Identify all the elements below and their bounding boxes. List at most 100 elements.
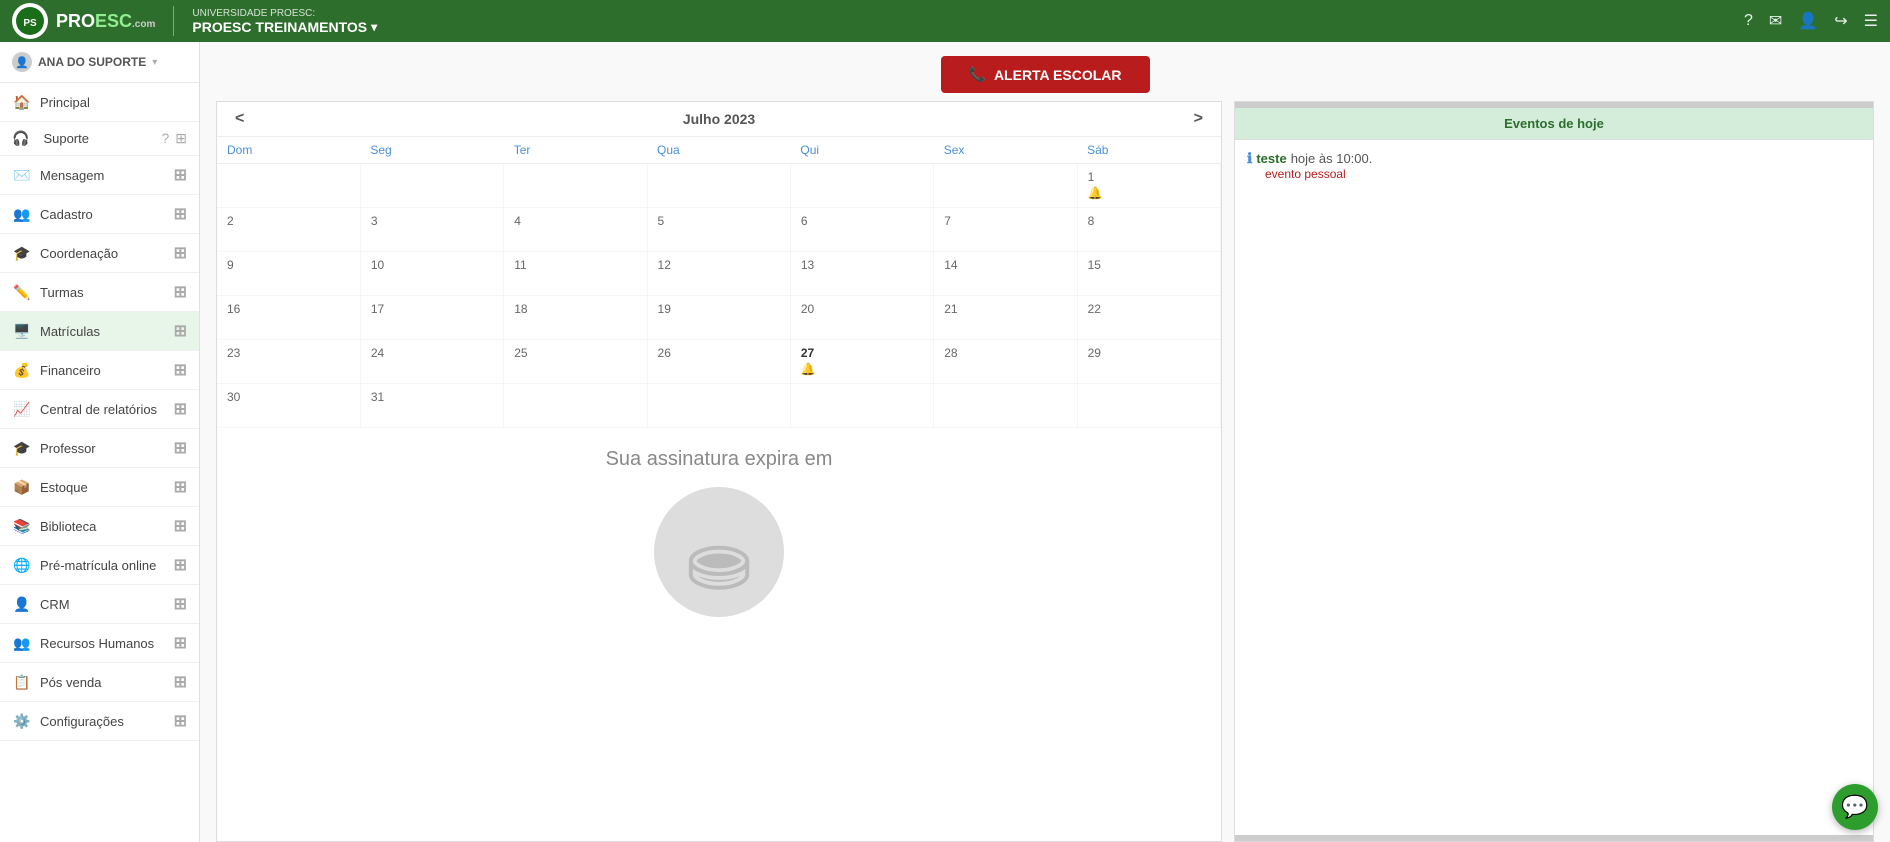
relatorios-icon: 📈: [12, 399, 32, 419]
matriculas-icon: 🖥️: [12, 321, 32, 341]
biblioteca-icon: 📚: [12, 516, 32, 536]
cal-cell: 24: [360, 340, 503, 384]
pos-venda-icon: 📋: [12, 672, 32, 692]
turmas-icon: ✏️: [12, 282, 32, 302]
mail-icon[interactable]: ✉: [1769, 11, 1782, 31]
sidebar-item-label: Mensagem: [40, 168, 174, 183]
cal-cell: 4: [504, 208, 647, 252]
sidebar-item-relatorios[interactable]: 📈 Central de relatórios ⊞: [0, 390, 199, 429]
events-content: ℹ teste hoje às 10:00. evento pessoal: [1235, 140, 1873, 835]
cal-cell: 26: [647, 340, 790, 384]
add-rh-icon[interactable]: ⊞: [174, 633, 187, 653]
add-estoque-icon[interactable]: ⊞: [174, 477, 187, 497]
top-header: PS PROESC.com UNIVERSIDADE PROESC: PROES…: [0, 0, 1890, 42]
add-suporte-icon[interactable]: ⊞: [175, 130, 187, 147]
cal-cell: 3: [360, 208, 503, 252]
sidebar-item-principal[interactable]: 🏠 Principal: [0, 83, 199, 122]
calendar-next-button[interactable]: >: [1186, 108, 1211, 130]
add-professor-icon[interactable]: ⊞: [174, 438, 187, 458]
logo-icon: PS: [12, 3, 48, 39]
add-coordenacao-icon[interactable]: ⊞: [174, 243, 187, 263]
sidebar-item-mensagem[interactable]: ✉️ Mensagem ⊞: [0, 156, 199, 195]
add-pos-venda-icon[interactable]: ⊞: [174, 672, 187, 692]
cal-cell: 23: [217, 340, 360, 384]
calendar-table: Dom Seg Ter Qua Qui Sex Sáb: [217, 137, 1221, 428]
table-row: 30 31: [217, 384, 1221, 428]
sidebar-item-crm[interactable]: 👤 CRM ⊞: [0, 585, 199, 624]
add-pre-matricula-icon[interactable]: ⊞: [174, 555, 187, 575]
info-icon: ℹ: [1247, 150, 1252, 167]
alerta-escolar-button[interactable]: 📞 ALERTA ESCOLAR: [941, 56, 1150, 93]
header-subtitle: UNIVERSIDADE PROESC:: [192, 8, 377, 19]
header-right: ? ✉ 👤 ↪ ☰: [1744, 11, 1878, 31]
coordenacao-icon: 🎓: [12, 243, 32, 263]
sidebar-item-label: Suporte: [43, 131, 155, 146]
sidebar-item-label: Matrículas: [40, 324, 174, 339]
event-type: evento pessoal: [1265, 167, 1861, 181]
cal-cell: 13: [790, 252, 933, 296]
user-icon[interactable]: 👤: [1798, 11, 1818, 31]
logout-icon[interactable]: ↪: [1834, 11, 1847, 31]
sidebar-item-pre-matricula[interactable]: 🌐 Pré-matrícula online ⊞: [0, 546, 199, 585]
add-turmas-icon[interactable]: ⊞: [174, 282, 187, 302]
sidebar-item-label: Principal: [40, 95, 187, 110]
sidebar-item-turmas[interactable]: ✏️ Turmas ⊞: [0, 273, 199, 312]
add-matriculas-icon[interactable]: ⊞: [174, 321, 187, 341]
cal-cell: 6: [790, 208, 933, 252]
sidebar-item-biblioteca[interactable]: 📚 Biblioteca ⊞: [0, 507, 199, 546]
cal-day-qua: Qua: [647, 137, 790, 164]
sidebar-item-pos-venda[interactable]: 📋 Pós venda ⊞: [0, 663, 199, 702]
cal-cell: 5: [647, 208, 790, 252]
cadastro-icon: 👥: [12, 204, 32, 224]
calendar-prev-button[interactable]: <: [227, 108, 252, 130]
calendar-month-title: Julho 2023: [683, 111, 755, 127]
header-main-title: PROESC TREINAMENTOS ▾: [192, 19, 377, 35]
events-scroll-down[interactable]: [1235, 835, 1873, 841]
sidebar-item-label: Professor: [40, 441, 174, 456]
add-crm-icon[interactable]: ⊞: [174, 594, 187, 614]
event-time: hoje às 10:00.: [1291, 151, 1373, 166]
add-cadastro-icon[interactable]: ⊞: [174, 204, 187, 224]
sidebar-item-label: Configurações: [40, 714, 174, 729]
sidebar-item-label: Cadastro: [40, 207, 174, 222]
sidebar-item-label: Estoque: [40, 480, 174, 495]
chat-icon: 💬: [1841, 794, 1868, 820]
cal-day-dom: Dom: [217, 137, 360, 164]
cal-cell: 8: [1077, 208, 1220, 252]
sidebar-item-estoque[interactable]: 📦 Estoque ⊞: [0, 468, 199, 507]
cal-cell: 9: [217, 252, 360, 296]
sidebar-item-cadastro[interactable]: 👥 Cadastro ⊞: [0, 195, 199, 234]
add-mensagem-icon[interactable]: ⊞: [174, 165, 187, 185]
chat-bubble[interactable]: 💬: [1832, 784, 1878, 830]
cal-cell: [360, 164, 503, 208]
calendar-section: < Julho 2023 > Dom Seg Ter Qua Qui Sex S: [216, 101, 1222, 842]
add-biblioteca-icon[interactable]: ⊞: [174, 516, 187, 536]
cal-cell: 30: [217, 384, 360, 428]
help-icon[interactable]: ?: [1744, 12, 1753, 30]
add-relatorios-icon[interactable]: ⊞: [174, 399, 187, 419]
cal-cell: 7: [934, 208, 1077, 252]
dropdown-arrow-icon[interactable]: ▾: [371, 20, 377, 34]
content-area: 📞 ALERTA ESCOLAR < Julho 2023 > Dom Seg: [200, 42, 1890, 842]
menu-icon[interactable]: ☰: [1864, 11, 1878, 31]
bell-icon: 🔔: [801, 362, 923, 376]
sidebar-item-configuracoes[interactable]: ⚙️ Configurações ⊞: [0, 702, 199, 741]
sidebar-item-label: Pós venda: [40, 675, 174, 690]
sidebar-user[interactable]: 👤 ANA DO SUPORTE ▾: [0, 42, 199, 83]
add-configuracoes-icon[interactable]: ⊞: [174, 711, 187, 731]
sidebar-item-professor[interactable]: 🎓 Professor ⊞: [0, 429, 199, 468]
sidebar-item-coordenacao[interactable]: 🎓 Coordenação ⊞: [0, 234, 199, 273]
add-financeiro-icon[interactable]: ⊞: [174, 360, 187, 380]
sidebar-item-rh[interactable]: 👥 Recursos Humanos ⊞: [0, 624, 199, 663]
cal-cell: [647, 164, 790, 208]
user-dropdown-icon[interactable]: ▾: [152, 57, 157, 68]
sidebar-item-matriculas[interactable]: 🖥️ Matrículas ⊞: [0, 312, 199, 351]
question-icon[interactable]: ?: [161, 130, 169, 147]
cal-cell: 22: [1077, 296, 1220, 340]
sidebar-item-suporte[interactable]: 🎧 Suporte ? ⊞: [0, 122, 199, 156]
sidebar-item-financeiro[interactable]: 💰 Financeiro ⊞: [0, 351, 199, 390]
mail-nav-icon: ✉️: [12, 165, 32, 185]
configuracoes-icon: ⚙️: [12, 711, 32, 731]
sidebar-item-label: CRM: [40, 597, 174, 612]
cal-cell: 19: [647, 296, 790, 340]
